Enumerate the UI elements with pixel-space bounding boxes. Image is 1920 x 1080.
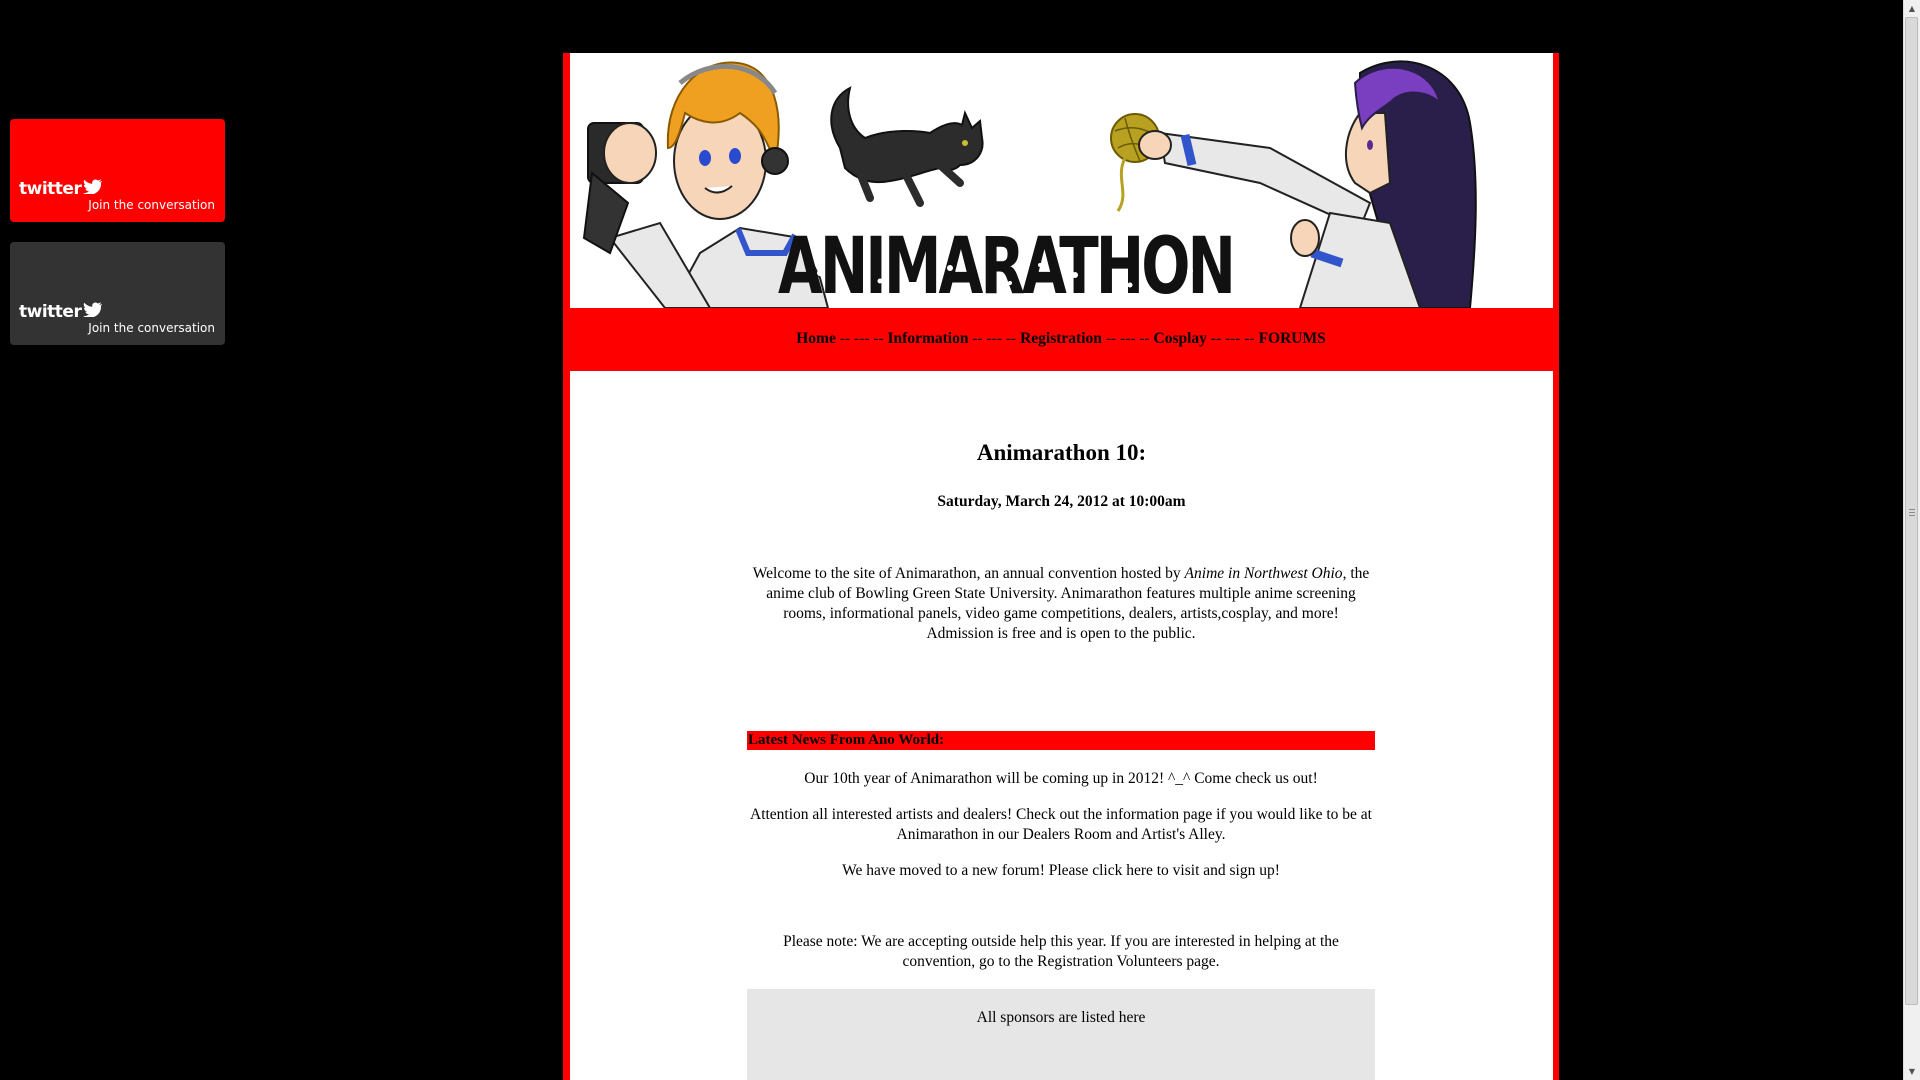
scroll-grip [1909,509,1915,510]
sponsors-box: All sponsors are listed here [747,989,1375,1080]
news-item: Attention all interested artists and dea… [750,806,1372,843]
news-item: Our 10th year of Animarathon will be com… [804,770,1318,787]
page: twitter Join the conversation twitter Jo… [0,0,1920,1080]
sponsors-link[interactable]: All sponsors are listed here [977,1009,1146,1026]
scroll-grip [1909,512,1915,513]
scroll-grip [1909,515,1915,516]
nav-registration[interactable]: Registration [1020,330,1102,347]
event-date: Saturday, March 24, 2012 at 10:00am [937,493,1186,510]
nav-separator: -- --- -- [1206,330,1259,347]
page-title: Animarathon 10: [976,440,1147,465]
nav-cosplay[interactable]: Cosplay [1154,330,1207,347]
content-area: Animarathon 10: Saturday, March 24, 2012… [570,371,1553,1080]
nav-forums[interactable]: FORUMS [1259,330,1326,347]
nav-separator: -- --- -- [1101,330,1154,347]
intro-paragraph: Welcome to the site of Animarathon, an a… [749,564,1373,644]
banner-illustration: ANIMARATHON [582,60,1477,308]
twitter-tagline: Join the conversation [88,321,215,335]
scroll-up-arrow-icon[interactable]: ▲ [1904,0,1920,17]
news-item[interactable]: We have moved to a new forum! Please cli… [747,861,1375,881]
main-nav: Home -- --- -- Information -- --- -- Reg… [563,308,1559,370]
news-heading: Latest News From Ano World: [747,731,1375,750]
nav-information[interactable]: Information [888,330,969,347]
twitter-bird-icon [83,302,103,322]
nav-separator: -- --- -- [968,330,1021,347]
scroll-thumb[interactable] [1905,17,1918,1005]
main-column: ANIMARATHON Home -- --- -- Information -… [563,53,1559,1080]
cat-illustration [830,86,984,207]
twitter-logo: twitter [19,179,103,199]
twitter-tagline: Join the conversation [88,198,215,212]
banner-logo-text: ANIMARATHON [778,222,1233,308]
twitter-logo: twitter [19,302,103,322]
twitter-logo-text: twitter [19,179,82,199]
site-banner[interactable]: ANIMARATHON [570,53,1553,308]
twitter-logo-text: twitter [19,302,82,322]
vertical-scrollbar[interactable]: ▲ ▼ [1903,0,1920,1080]
intro-text-start: Welcome to the site of Animarathon, an a… [752,565,1185,582]
nav-home[interactable]: Home [796,330,836,347]
club-name: Anime in Northwest Ohio [1184,565,1343,582]
twitter-badge-dark[interactable]: twitter Join the conversation [10,242,225,345]
nav-separator: -- --- -- [835,330,888,347]
scroll-down-arrow-icon[interactable]: ▼ [1904,1063,1920,1080]
twitter-badge-red[interactable]: twitter Join the conversation [10,119,225,222]
twitter-bird-icon [83,179,103,199]
yarn-ball-illustration [1110,113,1160,212]
news-item: Please note: We are accepting outside he… [783,933,1339,970]
